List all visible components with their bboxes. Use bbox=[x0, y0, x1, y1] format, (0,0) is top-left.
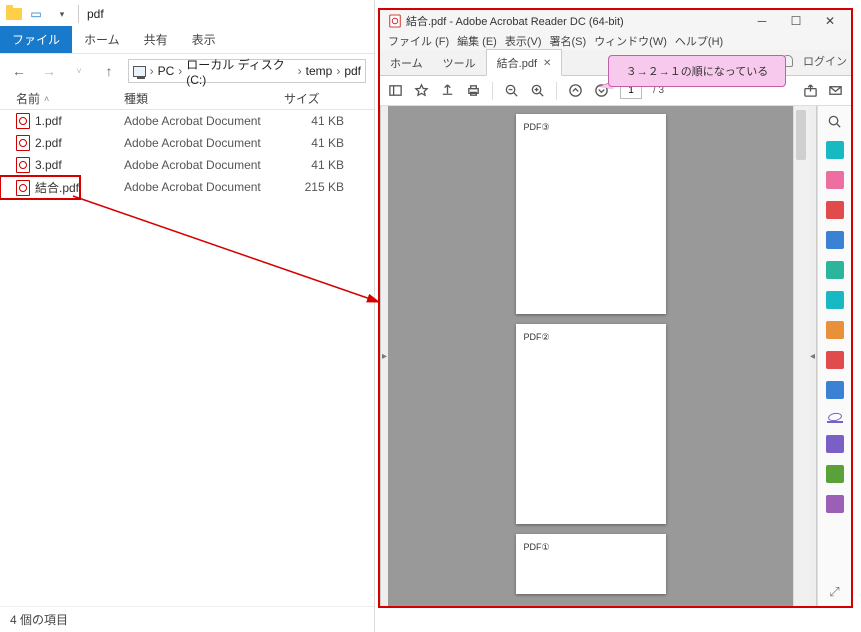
tab-tools[interactable]: ツール bbox=[433, 50, 486, 75]
qat-dropdown[interactable]: ▾ bbox=[50, 3, 74, 25]
pdf-icon bbox=[16, 135, 30, 151]
tools-sidebar: ⤢ bbox=[817, 106, 851, 606]
col-name[interactable]: 名前˄ bbox=[16, 90, 124, 107]
login-link[interactable]: ログイン bbox=[803, 53, 847, 69]
tool-comment-icon[interactable] bbox=[826, 231, 844, 249]
pdf-icon bbox=[16, 157, 30, 173]
breadcrumb-item[interactable]: PC bbox=[158, 64, 175, 78]
nav-recent-dropdown[interactable]: ˅ bbox=[68, 66, 90, 76]
nav-up[interactable]: ↑ bbox=[98, 63, 120, 79]
tool-more-icon[interactable] bbox=[826, 495, 844, 513]
acrobat-menubar: ファイル (F) 編集 (E) 表示(V) 署名(S) ウィンドウ(W) ヘルプ… bbox=[380, 32, 851, 50]
menu-edit[interactable]: 編集 (E) bbox=[457, 33, 497, 49]
tool-organize-icon[interactable] bbox=[826, 291, 844, 309]
close-tab-icon[interactable]: ✕ bbox=[543, 58, 551, 69]
pc-icon bbox=[133, 66, 146, 77]
tool-options-icon[interactable]: ⤢ bbox=[829, 584, 839, 600]
print-icon[interactable] bbox=[466, 83, 481, 98]
document-viewport[interactable]: PDF③ PDF② PDF① bbox=[388, 106, 793, 606]
chevron-right-icon: › bbox=[336, 64, 340, 78]
tool-export-icon[interactable] bbox=[826, 141, 844, 159]
send-icon[interactable] bbox=[440, 83, 455, 98]
mail-icon[interactable] bbox=[828, 83, 843, 98]
tab-share[interactable]: 共有 bbox=[132, 26, 180, 53]
breadcrumb-item[interactable]: pdf bbox=[344, 64, 361, 78]
chevron-right-icon: › bbox=[298, 64, 302, 78]
breadcrumb-item[interactable]: ローカル ディスク (C:) bbox=[186, 56, 293, 87]
breadcrumb-item[interactable]: temp bbox=[306, 64, 333, 78]
tool-create-icon[interactable] bbox=[826, 201, 844, 219]
explorer-window: ▭ ▾ pdf ファイル ホーム 共有 表示 ← → ˅ ↑ › PC › ロー… bbox=[0, 0, 375, 632]
nav-back[interactable]: ← bbox=[8, 63, 30, 79]
window-title: pdf bbox=[83, 7, 368, 21]
pdf-icon bbox=[16, 180, 30, 196]
separator bbox=[492, 82, 493, 100]
tab-document[interactable]: 結合.pdf✕ bbox=[486, 49, 563, 76]
menu-file[interactable]: ファイル (F) bbox=[388, 33, 449, 49]
tool-sign-icon[interactable] bbox=[826, 435, 844, 453]
sidebar-toggle-icon[interactable] bbox=[388, 83, 403, 98]
acrobat-titlebar: 結合.pdf - Adobe Acrobat Reader DC (64-bit… bbox=[380, 10, 851, 32]
file-row[interactable]: 3.pdf Adobe Acrobat Document 41 KB bbox=[0, 154, 374, 176]
pdf-page: PDF③ bbox=[516, 114, 666, 314]
file-list: 1.pdf Adobe Acrobat Document 41 KB 2.pdf… bbox=[0, 110, 374, 197]
tab-home[interactable]: ホーム bbox=[72, 26, 132, 53]
menu-view[interactable]: 表示(V) bbox=[505, 33, 542, 49]
zoom-in-icon[interactable] bbox=[530, 83, 545, 98]
explorer-titlebar: ▭ ▾ pdf bbox=[0, 0, 374, 28]
quick-access-bar: ▭ ▾ bbox=[6, 3, 74, 25]
separator bbox=[556, 82, 557, 100]
share-icon[interactable] bbox=[803, 83, 818, 98]
tools-pane-handle[interactable]: ◂ bbox=[809, 106, 817, 606]
tool-protect-icon[interactable] bbox=[826, 381, 844, 399]
qat-item[interactable]: ▭ bbox=[24, 3, 48, 25]
maximize-button[interactable]: ☐ bbox=[779, 14, 813, 28]
zoom-out-icon[interactable] bbox=[504, 83, 519, 98]
tool-combine-icon[interactable] bbox=[826, 261, 844, 279]
acrobat-title: 結合.pdf - Adobe Acrobat Reader DC (64-bit… bbox=[406, 13, 624, 29]
folder-icon bbox=[6, 8, 22, 20]
nav-pane-handle[interactable]: ▸ bbox=[380, 106, 388, 606]
menu-window[interactable]: ウィンドウ(W) bbox=[594, 33, 667, 49]
separator bbox=[78, 5, 79, 23]
page-up-icon[interactable] bbox=[568, 83, 583, 98]
pdf-page: PDF② bbox=[516, 324, 666, 524]
menu-help[interactable]: ヘルプ(H) bbox=[675, 33, 723, 49]
acrobat-body: ▸ PDF③ PDF② PDF① ◂ ⤢ bbox=[380, 106, 851, 606]
nav-bar: ← → ˅ ↑ › PC › ローカル ディスク (C:) › temp › p… bbox=[0, 54, 374, 88]
chevron-right-icon: › bbox=[150, 64, 154, 78]
tool-fillsign-icon[interactable] bbox=[827, 411, 843, 423]
search-icon[interactable] bbox=[827, 114, 842, 129]
file-row-highlighted[interactable]: 結合.pdf bbox=[0, 176, 80, 199]
pdf-icon bbox=[16, 113, 30, 129]
ribbon-tabs: ファイル ホーム 共有 表示 bbox=[0, 28, 374, 54]
tab-view[interactable]: 表示 bbox=[180, 26, 228, 53]
sort-asc-icon: ˄ bbox=[44, 94, 49, 104]
tab-home[interactable]: ホーム bbox=[380, 50, 433, 75]
breadcrumb[interactable]: › PC › ローカル ディスク (C:) › temp › pdf bbox=[128, 59, 366, 83]
tool-compress-icon[interactable] bbox=[826, 321, 844, 339]
acrobat-window: 結合.pdf - Adobe Acrobat Reader DC (64-bit… bbox=[378, 8, 853, 608]
col-type[interactable]: 種類 bbox=[124, 90, 284, 107]
star-icon[interactable] bbox=[414, 83, 429, 98]
tool-edit-icon[interactable] bbox=[826, 171, 844, 189]
pdf-page: PDF① bbox=[516, 534, 666, 594]
col-size[interactable]: サイズ bbox=[284, 90, 374, 107]
nav-forward[interactable]: → bbox=[38, 63, 60, 79]
status-bar: 4 個の項目 bbox=[0, 606, 374, 632]
minimize-button[interactable]: ─ bbox=[745, 14, 779, 28]
pdf-icon bbox=[389, 15, 400, 28]
file-row[interactable]: 2.pdf Adobe Acrobat Document 41 KB bbox=[0, 132, 374, 154]
tool-redact-icon[interactable] bbox=[826, 351, 844, 369]
column-headers: 名前˄ 種類 サイズ bbox=[0, 88, 374, 110]
tool-sendreview-icon[interactable] bbox=[826, 465, 844, 483]
file-row[interactable]: 1.pdf Adobe Acrobat Document 41 KB bbox=[0, 110, 374, 132]
chevron-right-icon: › bbox=[178, 64, 182, 78]
scrollbar[interactable] bbox=[793, 106, 809, 606]
tab-file[interactable]: ファイル bbox=[0, 26, 72, 53]
close-button[interactable]: ✕ bbox=[813, 14, 847, 28]
menu-sign[interactable]: 署名(S) bbox=[550, 33, 587, 49]
annotation-callout: ３→２→１の順になっている bbox=[608, 55, 786, 87]
